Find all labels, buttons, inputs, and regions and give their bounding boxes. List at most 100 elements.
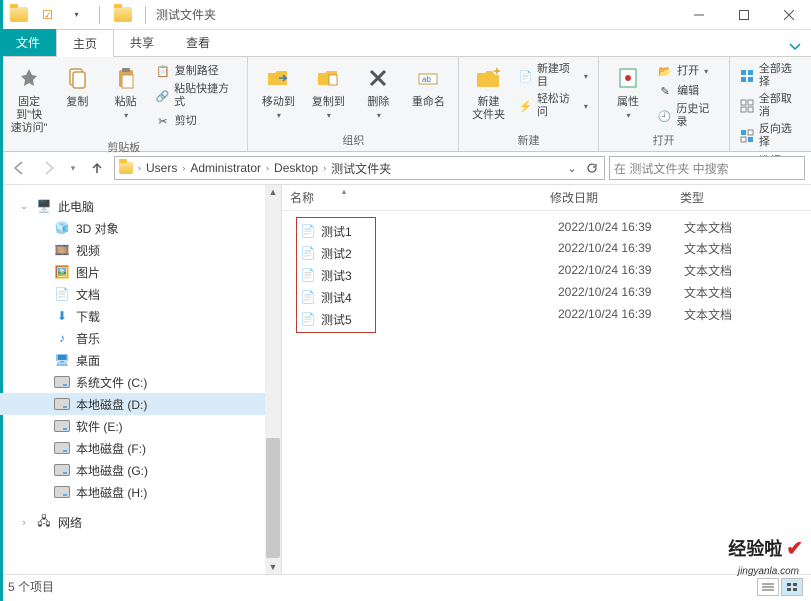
scroll-thumb[interactable]	[266, 438, 280, 558]
column-headers[interactable]: 名称▴ 修改日期 类型	[282, 185, 811, 211]
tree-scrollbar[interactable]: ▲ ▼	[265, 185, 281, 574]
easy-access-button[interactable]: ⚡轻松访问▾	[514, 92, 592, 120]
refresh-button[interactable]	[582, 157, 602, 179]
copy-path-button[interactable]: 📋复制路径	[151, 62, 242, 80]
tree-pictures[interactable]: 🖼️图片	[0, 261, 281, 283]
file-date: 2022/10/24 16:39	[550, 215, 680, 237]
file-item[interactable]: 📄测试5	[297, 308, 375, 330]
copy-to-button[interactable]: 复制到▾	[304, 60, 352, 122]
delete-button[interactable]: 删除▾	[354, 60, 402, 122]
file-item[interactable]: 📄测试2	[297, 242, 375, 264]
address-dropdown-button[interactable]: ⌄	[562, 157, 582, 179]
tab-home[interactable]: 主页	[56, 29, 114, 56]
folder-icon	[110, 4, 135, 26]
back-button[interactable]	[6, 155, 32, 181]
address-bar[interactable]: › Users › Administrator › Desktop › 测试文件…	[114, 156, 605, 180]
tree-3d-objects[interactable]: 🧊3D 对象	[0, 217, 281, 239]
tree-drive-d[interactable]: 本地磁盘 (D:)	[0, 393, 281, 415]
cut-button[interactable]: ✂剪切	[151, 112, 242, 130]
properties-icon	[612, 62, 644, 94]
easy-access-icon: ⚡	[518, 98, 533, 114]
minimize-button[interactable]	[676, 0, 721, 30]
qat-checkbox-icon[interactable]: ☑	[35, 4, 60, 26]
file-date: 2022/10/24 16:39	[550, 303, 680, 325]
column-type[interactable]: 类型	[680, 189, 811, 206]
tree-drive-c[interactable]: 系统文件 (C:)	[0, 371, 281, 393]
file-item[interactable]: 📄测试1	[297, 220, 375, 242]
maximize-button[interactable]	[721, 0, 766, 30]
breadcrumb-segment[interactable]: Administrator	[188, 161, 263, 175]
shortcut-icon: 🔗	[155, 88, 170, 104]
scissors-icon: ✂	[155, 113, 171, 129]
tab-file[interactable]: 文件	[0, 29, 56, 56]
file-date: 2022/10/24 16:39	[550, 281, 680, 303]
up-button[interactable]	[84, 155, 110, 181]
select-all-button[interactable]: 全部选择	[736, 62, 805, 90]
forward-button[interactable]	[36, 155, 62, 181]
tree-drive-f[interactable]: 本地磁盘 (F:)	[0, 437, 281, 459]
properties-button[interactable]: 属性▾	[605, 60, 651, 122]
tree-music[interactable]: ♪音乐	[0, 327, 281, 349]
new-item-button[interactable]: 📄新建项目▾	[514, 62, 592, 90]
file-item[interactable]: 📄测试3	[297, 264, 375, 286]
open-icon: 📂	[657, 63, 673, 79]
move-to-button[interactable]: 移动到▾	[254, 60, 302, 122]
scroll-down-icon[interactable]: ▼	[269, 560, 278, 574]
paste-shortcut-button[interactable]: 🔗粘贴快捷方式	[151, 82, 242, 110]
select-none-button[interactable]: 全部取消	[736, 92, 805, 120]
scroll-up-icon[interactable]: ▲	[269, 185, 278, 199]
chevron-right-icon[interactable]: ›	[263, 163, 272, 173]
navigation-tree[interactable]: ⌄🖥️此电脑 🧊3D 对象 🎞️视频 🖼️图片 📄文档 ⬇下载 ♪音乐 🖥桌面 …	[0, 185, 282, 574]
select-none-icon	[740, 98, 755, 114]
tree-documents[interactable]: 📄文档	[0, 283, 281, 305]
breadcrumb-segment[interactable]: 测试文件夹	[329, 160, 393, 177]
tab-view[interactable]: 查看	[170, 29, 226, 56]
file-type: 文本文档	[684, 237, 732, 259]
invert-icon	[740, 128, 755, 144]
desktop-icon: 🖥	[54, 352, 70, 368]
file-type: 文本文档	[684, 303, 732, 325]
group-clipboard: 固定到"快 速访问" 复制 粘贴 ▾ 📋复制路径 🔗粘贴快捷方式 ✂剪切 剪贴板	[0, 57, 248, 151]
tree-drive-e[interactable]: 软件 (E:)	[0, 415, 281, 437]
group-label: 剪贴板	[107, 137, 140, 158]
chevron-right-icon[interactable]: ›	[135, 163, 144, 173]
tree-drive-g[interactable]: 本地磁盘 (G:)	[0, 459, 281, 481]
tree-drive-h[interactable]: 本地磁盘 (H:)	[0, 481, 281, 503]
video-icon: 🎞️	[54, 242, 70, 258]
checkmark-icon: ✔	[786, 538, 803, 560]
column-name[interactable]: 名称▴	[290, 189, 550, 206]
close-button[interactable]	[766, 0, 811, 30]
path-icon: 📋	[155, 63, 171, 79]
paste-button[interactable]: 粘贴 ▾	[103, 60, 149, 122]
chevron-down-icon: ▾	[124, 111, 128, 120]
invert-selection-button[interactable]: 反向选择	[736, 122, 805, 150]
qat-dropdown-icon[interactable]: ▾	[64, 4, 89, 26]
tree-videos[interactable]: 🎞️视频	[0, 239, 281, 261]
file-item[interactable]: 📄测试4	[297, 286, 375, 308]
open-button[interactable]: 📂打开▾	[653, 62, 722, 80]
tree-desktop[interactable]: 🖥桌面	[0, 349, 281, 371]
pin-quick-access-button[interactable]: 固定到"快 速访问"	[6, 60, 52, 137]
view-details-button[interactable]	[757, 578, 779, 596]
group-select: 全部选择 全部取消 反向选择 选择	[730, 57, 811, 151]
chevron-down-icon: ▾	[277, 111, 281, 120]
chevron-right-icon[interactable]: ›	[179, 163, 188, 173]
file-list[interactable]: 📄测试1 📄测试2 📄测试3 📄测试4 📄测试5 2022/10/24 16:3…	[282, 211, 811, 574]
rename-button[interactable]: ab重命名	[404, 60, 452, 111]
breadcrumb-segment[interactable]: Users	[144, 161, 179, 175]
tab-share[interactable]: 共享	[114, 29, 170, 56]
tree-this-pc[interactable]: ⌄🖥️此电脑	[0, 195, 281, 217]
column-date[interactable]: 修改日期	[550, 189, 680, 206]
breadcrumb-segment[interactable]: Desktop	[272, 161, 320, 175]
view-icons-button[interactable]	[781, 578, 803, 596]
copy-button[interactable]: 复制	[54, 60, 100, 111]
search-input[interactable]: 在 测试文件夹 中搜索	[609, 156, 805, 180]
history-button[interactable]: 🕘历史记录	[653, 102, 722, 130]
chevron-right-icon[interactable]: ›	[320, 163, 329, 173]
new-folder-button[interactable]: 新建 文件夹	[465, 60, 511, 124]
edit-button[interactable]: ✎编辑	[653, 82, 722, 100]
recent-locations-button[interactable]: ▾	[66, 155, 80, 181]
tree-downloads[interactable]: ⬇下载	[0, 305, 281, 327]
tree-network[interactable]: ›🖧网络	[0, 511, 281, 533]
ribbon-collapse-button[interactable]	[779, 34, 811, 56]
